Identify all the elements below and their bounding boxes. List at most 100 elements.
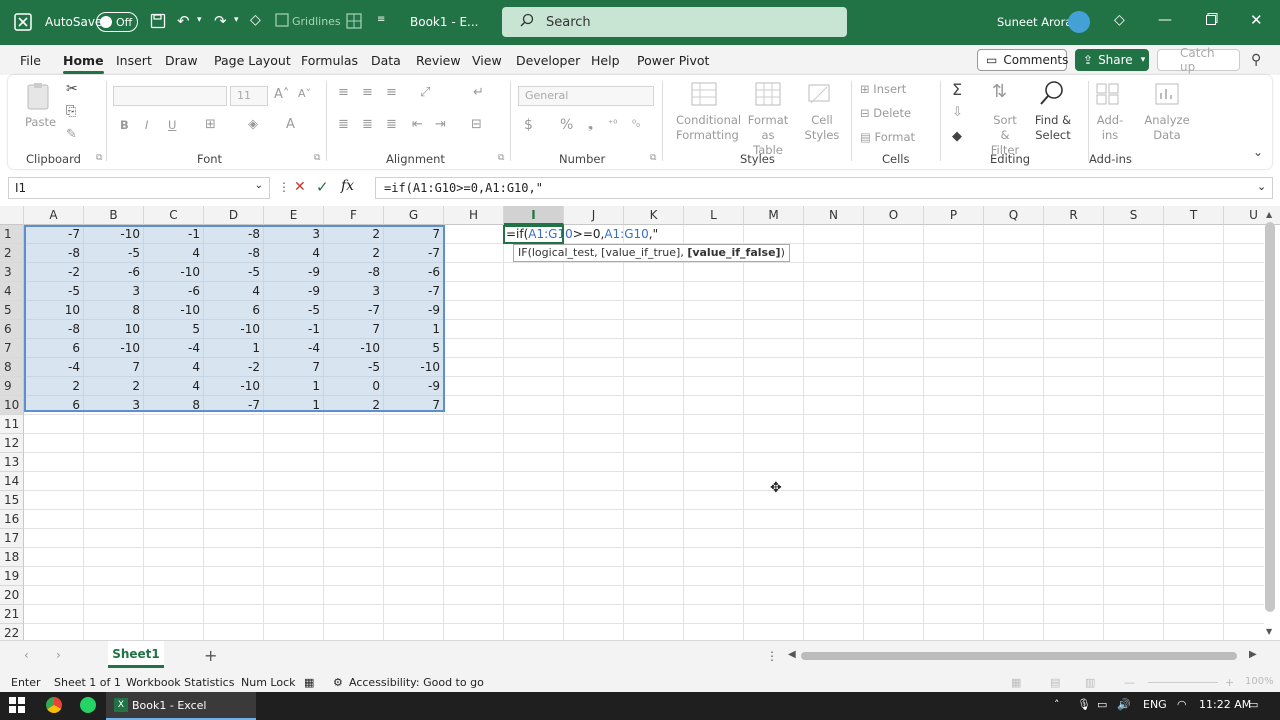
enter-icon[interactable]: ✓ [316, 178, 329, 196]
tab-review[interactable]: Review [416, 53, 461, 68]
scroll-left-icon[interactable]: ◀ [788, 649, 796, 660]
prev-sheet-icon[interactable]: ‹ [24, 648, 29, 662]
cell-value[interactable]: -8 [24, 244, 84, 263]
wifi-icon[interactable]: ◠ [1177, 698, 1187, 711]
paste-icon[interactable] [24, 81, 54, 114]
accessibility-icon[interactable]: ⚙ [333, 676, 343, 689]
notifications-icon[interactable]: ▭ [1248, 698, 1258, 711]
paste-label[interactable]: Paste [25, 115, 56, 129]
cell-value[interactable]: -1 [264, 320, 324, 339]
cell-value[interactable]: 10 [24, 301, 84, 320]
tab-file[interactable]: File [20, 53, 41, 68]
language-indicator[interactable]: ENG [1143, 698, 1167, 711]
comma-style-icon[interactable]: ❟ [588, 117, 593, 132]
cell-value[interactable]: 5 [384, 339, 444, 358]
orientation-icon[interactable]: ⤢ [420, 85, 430, 100]
cell-value[interactable]: 2 [324, 225, 384, 244]
name-box[interactable]: I1 ⌄ [8, 177, 270, 199]
row-header[interactable]: 20 [0, 586, 24, 605]
increase-decimal-icon[interactable]: ⁺⁰ [608, 119, 617, 130]
cell-value[interactable]: 1 [384, 320, 444, 339]
accessibility-status[interactable]: Accessibility: Good to go [349, 676, 484, 689]
normal-view-icon[interactable]: ▦ [1011, 676, 1021, 689]
gridlines-checkbox-icon[interactable] [275, 13, 289, 27]
cell-value[interactable]: 2 [324, 244, 384, 263]
cell-value[interactable]: -6 [144, 282, 204, 301]
select-all-corner[interactable] [0, 206, 24, 225]
column-header[interactable]: G [384, 206, 444, 225]
cell-value[interactable]: -1 [144, 225, 204, 244]
function-tooltip[interactable]: IF(logical_test, [value_if_true], [value… [513, 244, 790, 262]
tab-insert[interactable]: Insert [116, 53, 152, 68]
cell-value[interactable]: 3 [324, 282, 384, 301]
tab-home[interactable]: Home [63, 53, 104, 74]
number-launcher-icon[interactable]: ⧉ [650, 153, 656, 163]
grid-icon[interactable] [346, 13, 362, 29]
column-header[interactable]: M [744, 206, 804, 225]
font-color-icon[interactable]: A [286, 117, 295, 132]
copy-icon[interactable]: ⎘ [66, 104, 76, 119]
delete-cells-button[interactable]: ⊟ Delete [860, 106, 911, 120]
row-header[interactable]: 11 [0, 415, 24, 434]
conditional-formatting-button[interactable]: Conditional Formatting [676, 113, 741, 143]
page-break-view-icon[interactable]: ▥ [1085, 676, 1095, 689]
increase-font-icon[interactable]: A˄ [274, 87, 289, 102]
row-header[interactable]: 1 [0, 225, 24, 244]
cell-value[interactable]: 8 [84, 301, 144, 320]
cell-styles-button[interactable]: Cell Styles [802, 113, 842, 143]
decrease-indent-icon[interactable]: ⇤ [412, 117, 423, 132]
cell-value[interactable]: 2 [84, 377, 144, 396]
zoom-out-icon[interactable]: — [1124, 676, 1135, 689]
row-header[interactable]: 21 [0, 605, 24, 624]
cell-value[interactable]: -10 [144, 301, 204, 320]
column-header[interactable]: L [684, 206, 744, 225]
feedback-icon[interactable]: ⚲ [1251, 52, 1261, 68]
cell-value[interactable]: 7 [384, 396, 444, 415]
clock[interactable]: 11:22 AM [1199, 698, 1251, 711]
scroll-right-icon[interactable]: ▶ [1249, 649, 1257, 660]
column-header[interactable]: F [324, 206, 384, 225]
cell-value[interactable]: -5 [204, 263, 264, 282]
alignment-launcher-icon[interactable]: ⧉ [498, 153, 504, 163]
decrease-font-icon[interactable]: A˅ [298, 87, 311, 100]
cell-value[interactable]: -8 [324, 263, 384, 282]
cell-value[interactable]: -7 [384, 244, 444, 263]
tab-draw[interactable]: Draw [165, 53, 198, 68]
cell-value[interactable]: -9 [384, 301, 444, 320]
formula-input[interactable]: =if(A1:G10>=0,A1:G10," [375, 177, 1273, 199]
zoom-in-icon[interactable]: + [1225, 676, 1234, 689]
cell-value[interactable]: 2 [24, 377, 84, 396]
row-header[interactable]: 12 [0, 434, 24, 453]
column-header[interactable]: H [444, 206, 504, 225]
column-header[interactable]: Q [984, 206, 1044, 225]
row-header[interactable]: 10 [0, 396, 24, 415]
sheet-tab-active[interactable]: Sheet1 [108, 641, 164, 668]
cell-value[interactable]: -9 [264, 282, 324, 301]
chrome-icon[interactable] [46, 697, 62, 713]
decrease-decimal-icon[interactable]: ⁰₀ [632, 119, 640, 130]
cell-value[interactable]: -8 [24, 320, 84, 339]
cell-value[interactable]: -9 [384, 377, 444, 396]
cell-value[interactable]: -7 [324, 301, 384, 320]
autosum-icon[interactable]: Σ [952, 80, 962, 99]
row-header[interactable]: 9 [0, 377, 24, 396]
diamond-icon[interactable]: ◇ [1114, 12, 1125, 28]
tooltip-arg-2[interactable]: [value_if_true] [601, 246, 680, 259]
tab-data[interactable]: Data [371, 53, 401, 68]
number-format-combo[interactable]: General [518, 86, 654, 106]
cell-value[interactable]: -2 [24, 263, 84, 282]
sort-filter-icon[interactable]: ⇅ [992, 81, 1007, 102]
scroll-up-icon[interactable]: ▲ [1266, 210, 1272, 219]
tooltip-arg-1[interactable]: logical_test [532, 246, 594, 259]
undo-dropdown-icon[interactable]: ▾ [197, 15, 202, 25]
column-header[interactable]: A [24, 206, 84, 225]
fill-color-icon[interactable]: ◈ [248, 117, 258, 132]
redo-dropdown-icon[interactable]: ▾ [234, 15, 239, 25]
horizontal-scrollbar[interactable] [801, 652, 1237, 660]
column-header[interactable]: O [864, 206, 924, 225]
zoom-slider[interactable] [1148, 682, 1218, 683]
conditional-formatting-icon[interactable] [690, 81, 718, 110]
clipboard-launcher-icon[interactable]: ⧉ [96, 153, 102, 163]
tray-chevron-icon[interactable]: ˄ [1054, 698, 1060, 711]
whatsapp-icon[interactable] [80, 697, 96, 713]
